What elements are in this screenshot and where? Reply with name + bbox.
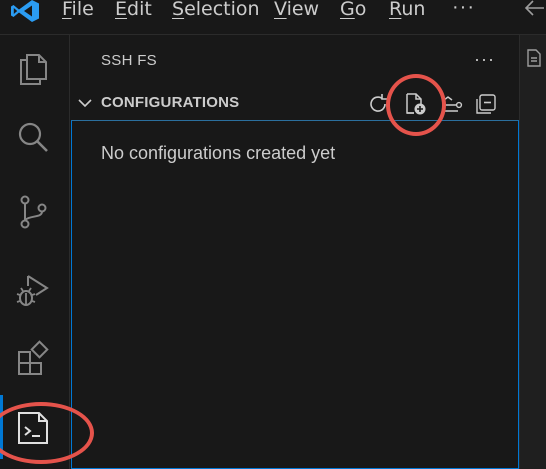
- collapse-button[interactable]: [440, 92, 464, 116]
- configurations-section-header[interactable]: CONFIGURATIONS: [71, 86, 519, 120]
- activity-search[interactable]: [0, 105, 70, 169]
- activity-run-debug[interactable]: [0, 257, 70, 321]
- menu-go[interactable]: Go: [340, 0, 366, 21]
- activity-extensions[interactable]: [0, 325, 70, 389]
- extensions-icon: [18, 340, 49, 375]
- sidebar-title: SSH FS: [101, 52, 157, 69]
- new-file-icon: [406, 93, 426, 115]
- menu-file[interactable]: File: [62, 0, 94, 21]
- activity-source-control[interactable]: [0, 179, 70, 243]
- collapse-all-button[interactable]: [474, 92, 498, 116]
- sidebar-more-actions-button[interactable]: ···: [474, 49, 495, 70]
- new-configuration-button[interactable]: [403, 92, 427, 116]
- sidebar-ssh-fs: SSH FS ··· CONFIGURATIONS No configurati…: [71, 35, 519, 469]
- menu-run[interactable]: Run: [389, 0, 425, 21]
- source-control-icon: [20, 195, 47, 229]
- chevron-down-icon[interactable]: [76, 94, 94, 112]
- activity-bar: [0, 35, 70, 469]
- file-tab-icon: [527, 49, 541, 67]
- menu-view[interactable]: View: [274, 0, 319, 21]
- terminal-icon: [18, 412, 48, 444]
- activity-explorer[interactable]: [0, 35, 70, 99]
- activity-ssh-fs[interactable]: [0, 395, 70, 459]
- refresh-icon: [370, 94, 387, 112]
- collapse-all-icon: [476, 94, 496, 114]
- run-debug-icon: [16, 275, 49, 306]
- menu-more-button[interactable]: ···: [452, 0, 475, 19]
- files-icon: [20, 54, 47, 85]
- search-icon: [18, 122, 48, 152]
- title-bar: File Edit Selection View Go Run ···: [0, 0, 546, 35]
- back-arrow-icon[interactable]: [522, 0, 546, 19]
- empty-state-message: No configurations created yet: [101, 143, 336, 163]
- collapse-icon: [442, 96, 463, 112]
- menu-selection[interactable]: Selection: [172, 0, 260, 21]
- refresh-button[interactable]: [366, 92, 390, 116]
- section-title: CONFIGURATIONS: [101, 94, 240, 111]
- menu-edit[interactable]: Edit: [115, 0, 152, 21]
- editor-area[interactable]: [519, 35, 546, 469]
- vscode-logo-icon[interactable]: [10, 0, 40, 22]
- configurations-list[interactable]: No configurations created yet: [71, 120, 519, 469]
